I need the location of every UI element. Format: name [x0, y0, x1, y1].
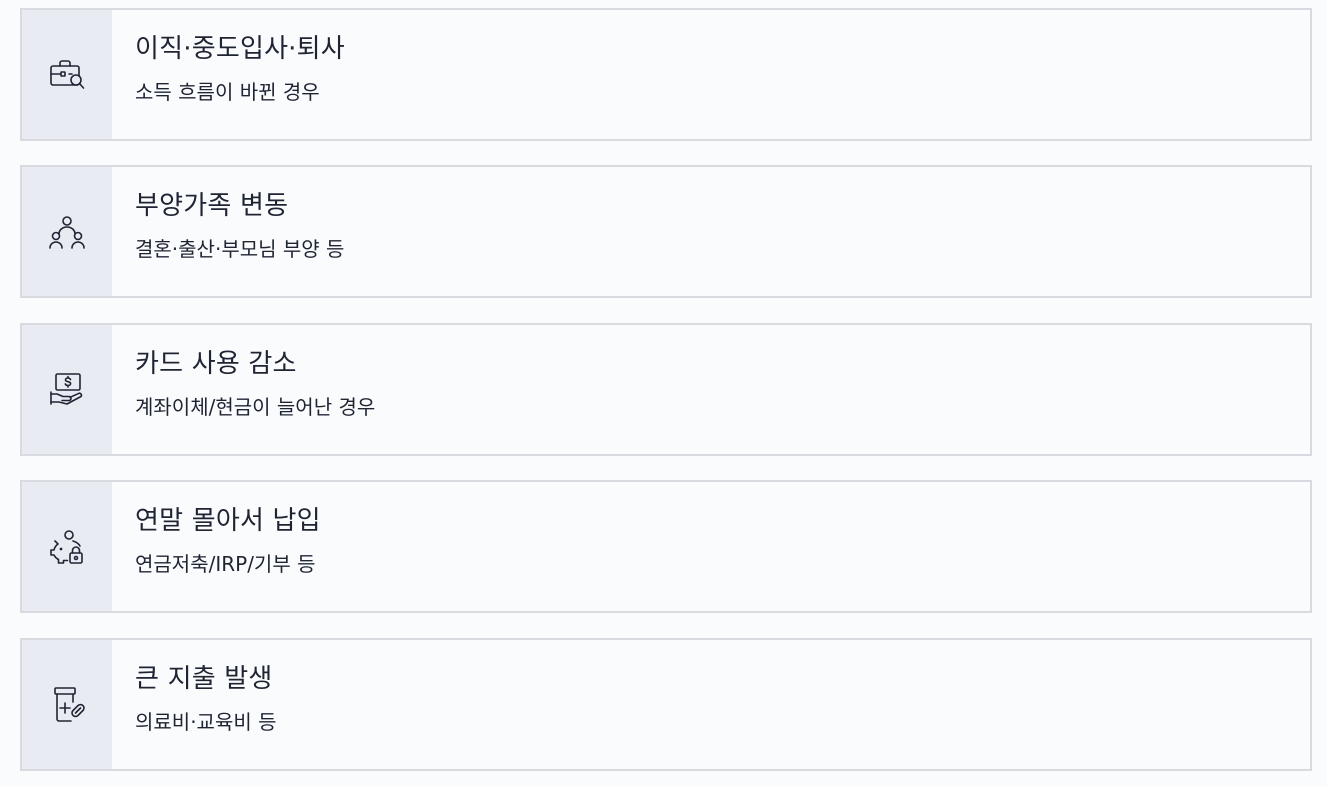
family-people-icon — [49, 215, 85, 249]
text-cell: 연말 몰아서 납입 연금저축/IRP/기부 등 — [112, 482, 321, 611]
piggy-bank-lock-icon — [50, 529, 83, 564]
card-subtitle: 결혼·출산·부모님 부양 등 — [135, 237, 345, 261]
card-title: 연말 몰아서 납입 — [135, 506, 321, 536]
card-title: 이직·중도입사·퇴사 — [135, 34, 345, 64]
icon-cell — [22, 482, 112, 611]
icon-cell — [22, 640, 112, 769]
text-cell: 이직·중도입사·퇴사 소득 흐름이 바뀐 경우 — [112, 10, 345, 139]
card-subtitle: 의료비·교육비 등 — [135, 710, 277, 734]
card-subtitle: 계좌이체/현금이 늘어난 경우 — [135, 395, 376, 419]
card-title: 부양가족 변동 — [135, 191, 289, 221]
situation-card-large-expense[interactable]: 큰 지출 발생 의료비·교육비 등 — [20, 638, 1312, 771]
icon-cell — [22, 167, 112, 296]
icon-cell — [22, 10, 112, 139]
briefcase-search-icon — [50, 59, 85, 89]
situation-card-dependents[interactable]: 부양가족 변동 결혼·출산·부모님 부양 등 — [20, 165, 1312, 298]
text-cell: 부양가족 변동 결혼·출산·부모님 부양 등 — [112, 167, 344, 296]
text-cell: 카드 사용 감소 계좌이체/현금이 늘어난 경우 — [112, 325, 375, 454]
situation-card-year-end-payment[interactable]: 연말 몰아서 납입 연금저축/IRP/기부 등 — [20, 480, 1312, 613]
text-cell: 큰 지출 발생 의료비·교육비 등 — [112, 640, 277, 769]
card-subtitle: 소득 흐름이 바뀐 경우 — [135, 80, 320, 104]
hand-money-icon — [50, 372, 83, 405]
card-title: 큰 지출 발생 — [135, 664, 273, 694]
card-title: 카드 사용 감소 — [135, 349, 297, 379]
situation-card-card-usage[interactable]: 카드 사용 감소 계좌이체/현금이 늘어난 경우 — [20, 323, 1312, 456]
situation-card-job-change[interactable]: 이직·중도입사·퇴사 소득 흐름이 바뀐 경우 — [20, 8, 1312, 141]
card-subtitle: 연금저축/IRP/기부 등 — [135, 552, 316, 576]
situation-list: 이직·중도입사·퇴사 소득 흐름이 바뀐 경우 부양가족 변동 결혼·출산·부모… — [0, 0, 1327, 787]
medicine-bottle-icon — [54, 686, 85, 722]
icon-cell — [22, 325, 112, 454]
